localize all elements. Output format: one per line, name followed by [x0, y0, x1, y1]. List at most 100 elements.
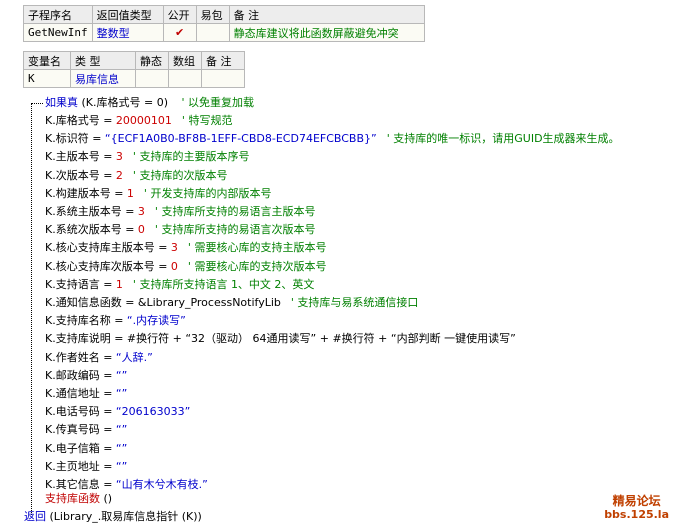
code-assign-target: K.支持库说明 = — [45, 332, 127, 346]
code-value: 3 — [137, 205, 145, 218]
code-value: 3 — [115, 150, 123, 164]
code-line[interactable]: K.电话号码 = “206163033” — [45, 403, 190, 421]
code-line[interactable]: K.支持库说明 = #换行符 + “32（驱动） 64通用读写” + #换行符 … — [45, 330, 516, 348]
code-assign-target: K.核心支持库主版本号 = — [45, 241, 171, 255]
code-value: 1 — [115, 277, 123, 291]
code-assign-target: K.构建版本号 = — [45, 186, 127, 200]
sub-name-cell[interactable]: GetNewInf — [23, 23, 93, 42]
code-line[interactable]: K.支持库名称 = “.内存读写” — [45, 312, 186, 330]
var-type-cell[interactable]: 易库信息 — [70, 69, 136, 88]
call-line[interactable]: 支持库函数 () — [45, 490, 112, 508]
if-true-line[interactable]: 如果真 (K.库格式号 = 0) ' 以免重复加载 — [45, 94, 254, 112]
code-comment: ' 支持库的主要版本序号 — [132, 150, 250, 164]
code-comment: ' 支持库所支持的易语言主版本号 — [154, 205, 316, 218]
code-line[interactable]: K.系统次版本号 = 0 ' 支持库所支持的易语言次版本号 — [45, 221, 315, 239]
code-line[interactable]: K.传真号码 = “” — [45, 421, 127, 439]
call-function-name: 支持库函数 — [45, 492, 100, 505]
code-assign-target: K.邮政编码 = — [45, 368, 116, 382]
code-line[interactable]: K.核心支持库次版本号 = 0 ' 需要核心库的支持次版本号 — [45, 258, 326, 276]
header-package: 易包 — [195, 5, 230, 24]
variable-header-row: 变量名 类 型 静态 数组 备 注 — [23, 51, 245, 70]
var-remark-cell[interactable] — [201, 69, 245, 88]
code-assign-target: K.库格式号 = — [45, 114, 116, 127]
code-value: &Library_ProcessNotifyLib — [137, 296, 281, 309]
return-args: (Library_.取易库信息指针 (K)) — [49, 510, 202, 523]
var-name-cell[interactable]: K — [23, 69, 71, 88]
code-line[interactable]: K.系统主版本号 = 3 ' 支持库所支持的易语言主版本号 — [45, 203, 315, 221]
code-assign-target: K.电子信箱 = — [45, 441, 116, 455]
code-line[interactable]: K.主版本号 = 3 ' 支持库的主要版本序号 — [45, 148, 249, 166]
call-args: () — [103, 492, 113, 505]
if-true-comment: ' 以免重复加载 — [181, 96, 255, 109]
code-comment: ' 支持库与易系统通信接口 — [290, 296, 419, 309]
code-assign-target: K.电话号码 = — [45, 405, 116, 419]
code-line[interactable]: K.电子信箱 = “” — [45, 440, 127, 458]
code-assign-target: K.主页地址 = — [45, 459, 116, 473]
header-public: 公开 — [162, 5, 197, 24]
code-comment: ' 需要核心库的支持主版本号 — [187, 241, 327, 255]
watermark-title: 精易论坛 — [612, 494, 661, 508]
code-value: “” — [115, 459, 128, 473]
header-return-type: 返回值类型 — [91, 5, 164, 24]
code-assign-target: K.次版本号 = — [45, 168, 116, 182]
header-var-name: 变量名 — [23, 51, 71, 70]
code-value: “.内存读写” — [126, 314, 186, 328]
header-var-type: 类 型 — [70, 51, 136, 70]
code-value: 0 — [170, 259, 178, 273]
header-remark: 备 注 — [228, 5, 426, 24]
code-line[interactable]: K.标识符 = “{ECF1A0B0-BF8B-1EFF-CBD8-ECD74E… — [45, 130, 620, 148]
subroutine-row[interactable]: GetNewInf 整数型 ✔ 静态库建议将此函数屏蔽避免冲突 — [23, 23, 426, 42]
code-line[interactable]: K.次版本号 = 2 ' 支持库的次版本号 — [45, 167, 227, 185]
code-value: 3 — [170, 241, 178, 255]
code-comment: ' 支持库的次版本号 — [132, 168, 228, 182]
code-assign-target: K.作者姓名 = — [45, 350, 116, 364]
code-value: “{ECF1A0B0-BF8B-1EFF-CBD8-ECD74EFCBCBB}” — [104, 132, 377, 146]
code-comment: ' 支持库所支持语言 1、中文 2、英文 — [132, 277, 315, 291]
watermark-url: bbs.125.la — [604, 508, 669, 521]
code-value: “” — [115, 387, 128, 400]
remark-cell[interactable]: 静态库建议将此函数屏蔽避免冲突 — [228, 23, 426, 42]
code-assign-target: K.标识符 = — [45, 132, 105, 146]
return-line[interactable]: 返回 (Library_.取易库信息指针 (K)) — [24, 508, 202, 526]
code-value: “人辞.” — [115, 350, 153, 364]
code-comment: ' 开发支持库的内部版本号 — [143, 186, 272, 200]
code-line[interactable]: K.库格式号 = 20000101 ' 特写规范 — [45, 112, 232, 130]
code-value: 20000101 — [115, 114, 172, 127]
return-type-cell[interactable]: 整数型 — [91, 23, 164, 42]
code-comment: ' 特写规范 — [181, 114, 233, 127]
code-value: “” — [115, 368, 128, 382]
return-keyword: 返回 — [24, 510, 46, 523]
code-assign-target: K.支持库名称 = — [45, 314, 127, 328]
variable-table: 变量名 类 型 静态 数组 备 注 K 易库信息 — [23, 51, 245, 88]
var-array-cell[interactable] — [168, 69, 202, 88]
code-comment: ' 支持库的唯一标识，请用GUID生成器来生成。 — [386, 132, 620, 146]
code-line[interactable]: K.核心支持库主版本号 = 3 ' 需要核心库的支持主版本号 — [45, 239, 326, 257]
flow-guide-tick — [31, 103, 43, 104]
code-value: 1 — [126, 186, 134, 200]
code-value: “山有木兮木有枝.” — [115, 478, 208, 491]
code-line[interactable]: K.通知信息函数 = &Library_ProcessNotifyLib ' 支持… — [45, 294, 418, 312]
var-static-cell[interactable] — [135, 69, 169, 88]
header-var-array: 数组 — [168, 51, 202, 70]
code-line[interactable]: K.通信地址 = “” — [45, 385, 127, 403]
code-line[interactable]: K.主页地址 = “” — [45, 458, 127, 476]
code-line[interactable]: K.作者姓名 = “人辞.” — [45, 349, 153, 367]
header-var-remark: 备 注 — [201, 51, 245, 70]
code-assign-target: K.传真号码 = — [45, 423, 116, 437]
if-true-keyword: 如果真 — [45, 96, 78, 109]
header-sub-name: 子程序名 — [23, 5, 93, 24]
code-line[interactable]: K.邮政编码 = “” — [45, 367, 127, 385]
code-line[interactable]: K.支持语言 = 1 ' 支持库所支持语言 1、中文 2、英文 — [45, 276, 314, 294]
code-assign-target: K.主版本号 = — [45, 150, 116, 164]
package-cell[interactable] — [195, 23, 230, 42]
flow-guide-line — [31, 103, 32, 515]
header-var-static: 静态 — [135, 51, 169, 70]
code-value: 0 — [137, 223, 145, 237]
code-assign-target: K.系统次版本号 = — [45, 223, 138, 237]
variable-row[interactable]: K 易库信息 — [23, 69, 245, 88]
code-assign-target: K.核心支持库次版本号 = — [45, 259, 171, 273]
code-line[interactable]: K.构建版本号 = 1 ' 开发支持库的内部版本号 — [45, 185, 271, 203]
if-true-condition: (K.库格式号 = 0) — [81, 96, 169, 109]
forum-watermark: 精易论坛 bbs.125.la — [604, 494, 669, 522]
public-check-icon[interactable]: ✔ — [162, 23, 197, 42]
